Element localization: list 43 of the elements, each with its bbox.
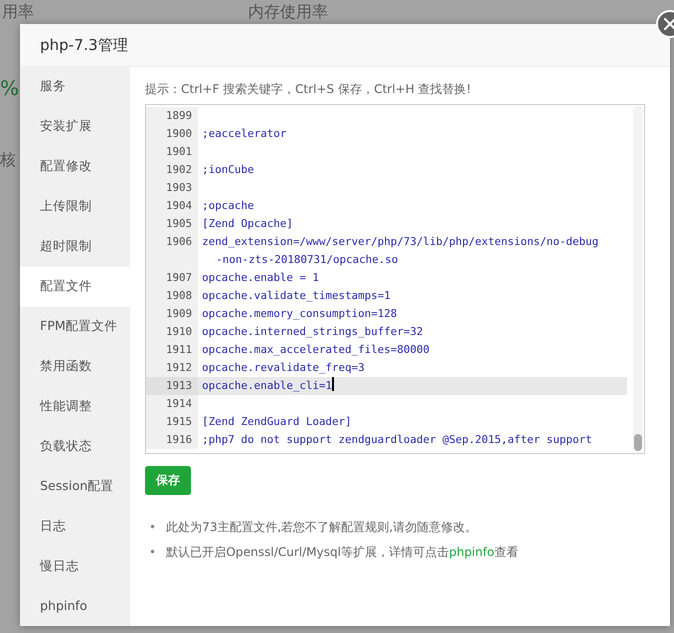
note-text: 此处为73主配置文件,若您不了解配置规则,请勿随意修改。 — [166, 519, 477, 536]
code-line: 1915 [Zend ZendGuard Loader] — [146, 413, 627, 431]
sidebar-item[interactable]: 慢日志 — [20, 546, 130, 586]
close-icon — [664, 18, 674, 30]
background-text: 核 — [0, 150, 16, 171]
background-text: % — [0, 76, 20, 100]
code-line: 1914 — [146, 395, 627, 413]
background-text: 内存使用率 — [248, 2, 328, 23]
code-line: 1900 ;eaccelerator — [146, 125, 627, 143]
code-line: 1903 — [146, 179, 627, 197]
code-editor[interactable] — [145, 104, 645, 454]
code-line: 1909 opcache.memory_consumption=128 — [146, 305, 627, 323]
sidebar-item[interactable]: 服务 — [20, 67, 130, 107]
code-line: 1911 opcache.max_accelerated_files=80000 — [146, 341, 627, 359]
sidebar-item[interactable]: 日志 — [20, 506, 130, 546]
bullet: • — [149, 544, 156, 561]
code-line: 1905 [Zend Opcache] — [146, 215, 627, 233]
dialog-title: php-7.3管理 — [20, 24, 670, 67]
code-line: 1902 ;ionCube — [146, 161, 627, 179]
sidebar-item[interactable]: Session配置 — [20, 466, 130, 506]
hint-text: 提示：Ctrl+F 搜索关键字，Ctrl+S 保存，Ctrl+H 查找替换! — [145, 81, 472, 98]
code-line: 1908 opcache.validate_timestamps=1 — [146, 287, 627, 305]
sidebar-item[interactable]: 配置文件 — [20, 266, 130, 307]
sidebar-item[interactable]: 性能调整 — [20, 386, 130, 426]
code-line: 1899 — [146, 107, 627, 125]
code-line: 1901 — [146, 143, 627, 161]
sidebar-item[interactable]: 配置修改 — [20, 146, 130, 187]
code-line: 1910 opcache.interned_strings_buffer=32 — [146, 323, 627, 341]
code-line: 1912 opcache.revalidate_freq=3 — [146, 359, 627, 377]
sidebar-item[interactable]: 安装扩展 — [20, 106, 130, 147]
code-line: 1916 ;php7 do not support zendguardloader @Sep.2015,after support — [146, 431, 627, 449]
scrollbar-thumb[interactable] — [634, 434, 642, 451]
code-line: 1907 opcache.enable = 1 — [146, 269, 627, 287]
sidebar-item[interactable]: 超时限制 — [20, 226, 130, 267]
sidebar-item[interactable]: 禁用函数 — [20, 346, 130, 386]
sidebar-item[interactable]: FPM配置文件 — [20, 306, 130, 346]
background-text: 用率 — [2, 2, 34, 23]
code-line: 1904 ;opcache — [146, 197, 627, 215]
note-text: 默认已开启Openssl/Curl/Mysql等扩展，详情可点击phpinfo查看 — [166, 544, 518, 561]
sidebar-item[interactable]: phpinfo — [20, 586, 130, 626]
bullet: • — [149, 519, 156, 536]
sidebar-item[interactable]: 负载状态 — [20, 426, 130, 466]
sidebar-item[interactable]: 上传限制 — [20, 186, 130, 227]
